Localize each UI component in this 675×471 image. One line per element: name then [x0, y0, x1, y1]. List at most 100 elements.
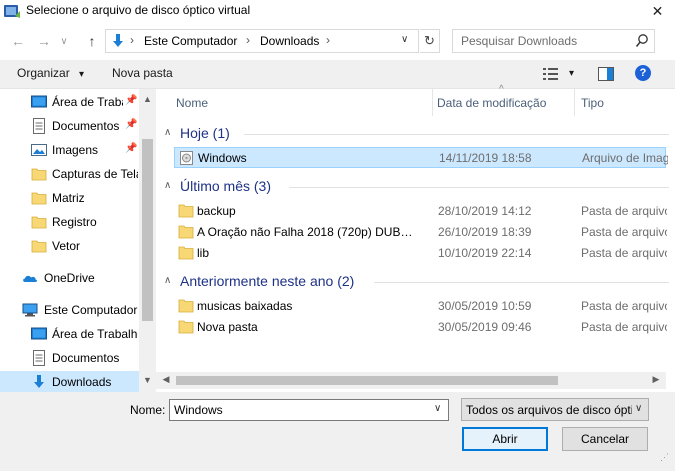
column-header-type[interactable]: Tipo	[575, 89, 675, 116]
scroll-up-button[interactable]: ▲	[142, 94, 153, 108]
downloads-icon	[34, 375, 44, 388]
file-type-filter-value: Todos os arquivos de disco óptico virtua…	[466, 403, 632, 417]
resize-grip-icon[interactable]: ⋰	[660, 452, 669, 463]
sidebar-item-downloads[interactable]: Downloads	[0, 371, 139, 393]
sidebar-item-vetor[interactable]: Vetor	[0, 235, 139, 257]
address-bar[interactable]: › Este Computador › Downloads › ∨	[105, 29, 419, 53]
preview-pane-icon[interactable]	[598, 67, 614, 81]
scrollbar-thumb[interactable]	[142, 139, 153, 321]
group-divider	[244, 134, 669, 135]
file-name: Windows	[198, 151, 247, 165]
scrollbar-thumb[interactable]	[176, 376, 558, 385]
pin-icon: 📌	[125, 143, 138, 154]
organize-label: Organizar	[17, 66, 70, 80]
sidebar-item-label: OneDrive	[44, 271, 95, 285]
cancel-button[interactable]: Cancelar	[562, 427, 648, 451]
sidebar-item-label: Este Computador	[44, 303, 138, 317]
window-title: Selecione o arquivo de disco óptico virt…	[26, 3, 251, 17]
help-button[interactable]: ?	[635, 65, 651, 81]
file-date: 28/10/2019 14:12	[438, 204, 532, 218]
file-row-a-oracao-nao-falha[interactable]: A Oração não Falha 2018 (720p) DUBLADO 2…	[174, 222, 667, 243]
file-date: 14/11/2019 18:58	[439, 151, 532, 165]
folder-icon	[31, 168, 47, 181]
open-button[interactable]: Abrir	[462, 427, 548, 451]
app-icon	[4, 5, 20, 18]
column-header-date[interactable]: Data de modificação ^	[433, 84, 573, 116]
downloads-icon	[113, 34, 123, 47]
title-bar: Selecione o arquivo de disco óptico virt…	[0, 0, 675, 22]
sidebar-item-capturas-de-tela[interactable]: Capturas de Tela	[0, 163, 139, 185]
breadcrumb-downloads[interactable]: Downloads	[260, 34, 319, 48]
column-header-name[interactable]: Nome	[156, 89, 436, 116]
search-input[interactable]	[461, 34, 631, 48]
file-date: 30/05/2019 09:46	[438, 320, 532, 334]
sidebar-item-label: Matriz	[52, 191, 85, 205]
sort-ascending-icon: ^	[499, 84, 504, 95]
sidebar-item-area-de-trabalho[interactable]: Área de Trabalho	[0, 323, 139, 345]
close-button[interactable]: ✕	[640, 0, 675, 22]
documents-icon	[33, 350, 45, 366]
group-header-hoje[interactable]: ∧ Hoje (1)	[164, 123, 669, 145]
file-type: Pasta de arquivos	[581, 225, 667, 239]
file-row-lib[interactable]: lib 10/10/2019 22:14 Pasta de arquivos	[174, 243, 667, 264]
collapse-chevron-icon[interactable]: ∧	[164, 127, 171, 138]
column-date-label: Data de modificação	[437, 96, 547, 110]
sidebar-item-matriz[interactable]: Matriz	[0, 187, 139, 209]
sidebar-item-imagens-pinned[interactable]: Imagens 📌	[0, 139, 139, 161]
folder-icon	[31, 192, 47, 205]
file-name-input[interactable]	[174, 403, 424, 417]
breadcrumb-este-computador[interactable]: Este Computador	[144, 34, 237, 48]
file-row-backup[interactable]: backup 28/10/2019 14:12 Pasta de arquivo…	[174, 201, 667, 222]
file-date: 26/10/2019 18:39	[438, 225, 532, 239]
scroll-left-button[interactable]: ◀	[159, 374, 173, 388]
refresh-button[interactable]: ↻	[420, 29, 440, 53]
scroll-right-button[interactable]: ▶	[649, 374, 663, 388]
address-dropdown-button[interactable]: ∨	[401, 34, 408, 45]
sidebar-item-onedrive[interactable]: OneDrive	[0, 267, 139, 289]
file-name: Nova pasta	[197, 320, 258, 334]
file-name-combobox[interactable]: ∨	[169, 399, 449, 421]
folder-icon	[178, 225, 194, 239]
up-button[interactable]: ↑	[83, 32, 101, 50]
group-header-anteriormente-neste-ano[interactable]: ∧ Anteriormente neste ano (2)	[164, 271, 669, 293]
back-button[interactable]: ←	[9, 32, 27, 50]
new-folder-button[interactable]: Nova pasta	[112, 66, 173, 80]
file-type: Pasta de arquivos	[581, 299, 667, 313]
navigation-bar: ← → ∨ ↑ › Este Computador › Downloads › …	[0, 22, 675, 60]
sidebar-item-registro[interactable]: Registro	[0, 211, 139, 233]
file-name: backup	[197, 204, 236, 218]
group-header-ultimo-mes[interactable]: ∧ Último mês (3)	[164, 176, 669, 198]
folder-icon	[31, 240, 47, 253]
sidebar-item-area-de-trabalho-pinned[interactable]: Área de Trabalho 📌	[0, 91, 139, 113]
breadcrumb-separator[interactable]: ›	[326, 33, 330, 47]
file-row-nova-pasta[interactable]: Nova pasta 30/05/2019 09:46 Pasta de arq…	[174, 317, 667, 338]
chevron-down-icon[interactable]: ∨	[434, 403, 441, 414]
sidebar-item-este-computador[interactable]: Este Computador	[0, 299, 139, 321]
search-box[interactable]	[452, 29, 655, 53]
forward-button[interactable]: →	[35, 32, 53, 50]
file-type-filter[interactable]: Todos os arquivos de disco óptico virtua…	[461, 398, 649, 421]
scroll-down-button[interactable]: ▼	[142, 375, 153, 389]
file-row-musicas-baixadas[interactable]: musicas baixadas 30/05/2019 10:59 Pasta …	[174, 296, 667, 317]
recent-locations-button[interactable]: ∨	[58, 32, 70, 50]
collapse-chevron-icon[interactable]: ∧	[164, 275, 171, 286]
file-row-windows[interactable]: Windows 14/11/2019 18:58 Arquivo de Imag…	[174, 147, 668, 168]
group-title: Último mês (3)	[180, 178, 272, 194]
sidebar-item-documentos[interactable]: Documentos	[0, 347, 139, 369]
breadcrumb-separator[interactable]: ›	[246, 33, 250, 47]
sidebar-item-label: Downloads	[52, 375, 112, 389]
sidebar-item-documentos-pinned[interactable]: Documentos 📌	[0, 115, 139, 137]
collapse-chevron-icon[interactable]: ∧	[164, 180, 171, 191]
sidebar-item-label: Capturas de Tela	[52, 167, 138, 181]
view-options-icon[interactable]	[543, 68, 559, 80]
view-dropdown-button[interactable]: ▾	[569, 68, 574, 79]
navigation-pane: Área de Trabalho 📌 Documentos 📌 Imagens …	[0, 89, 156, 393]
sidebar-scrollbar[interactable]: ▲ ▼	[139, 89, 156, 393]
organize-button[interactable]: Organizar ▾	[17, 66, 84, 80]
breadcrumb-separator: ›	[130, 33, 134, 47]
folder-icon	[178, 246, 194, 260]
sidebar-item-label: Registro	[52, 215, 97, 229]
pictures-icon	[31, 144, 47, 156]
horizontal-scrollbar[interactable]: ◀ ▶	[156, 372, 666, 389]
search-icon[interactable]	[635, 33, 649, 49]
